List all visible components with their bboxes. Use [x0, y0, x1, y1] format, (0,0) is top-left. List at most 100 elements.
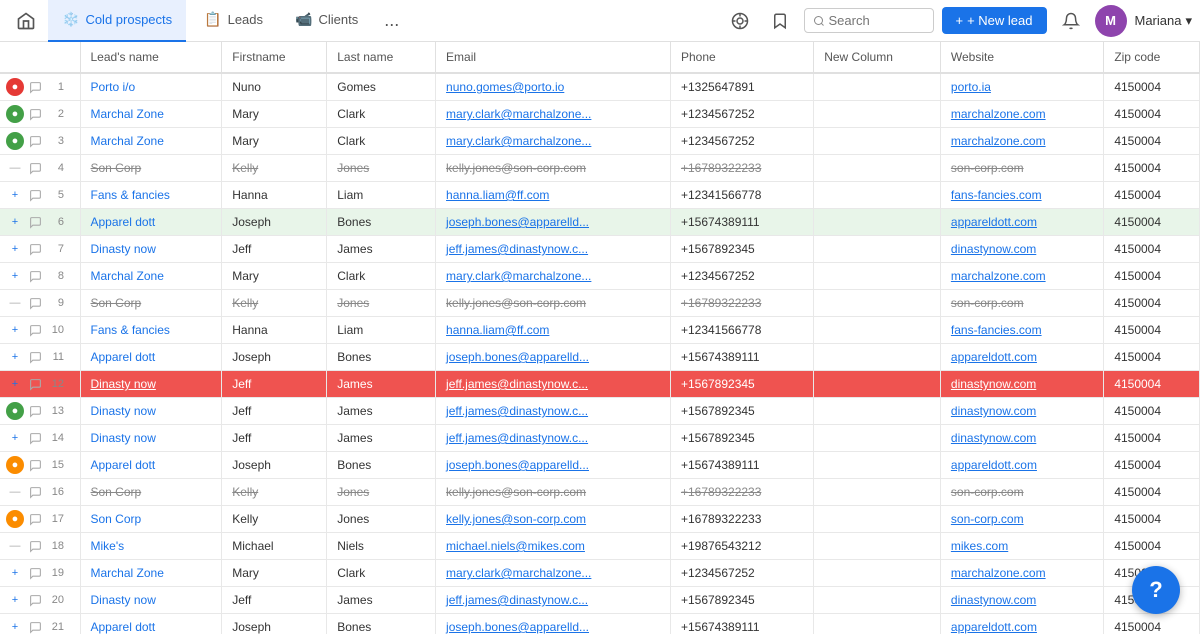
- chat-icon[interactable]: [26, 483, 44, 501]
- website-cell[interactable]: appareldott.com: [940, 452, 1103, 479]
- website-cell[interactable]: appareldott.com: [940, 344, 1103, 371]
- tab-cold-prospects[interactable]: ❄️ Cold prospects: [48, 0, 186, 42]
- lead-name-cell[interactable]: Apparel dott: [80, 209, 222, 236]
- website-link[interactable]: marchalzone.com: [951, 107, 1046, 121]
- website-link[interactable]: appareldott.com: [951, 458, 1037, 472]
- website-cell[interactable]: son-corp.com: [940, 506, 1103, 533]
- status-icon[interactable]: +: [6, 240, 24, 258]
- status-icon[interactable]: ●: [6, 78, 24, 96]
- website-cell[interactable]: appareldott.com: [940, 614, 1103, 634]
- email-cell[interactable]: joseph.bones@apparelld...: [436, 614, 671, 634]
- more-button[interactable]: ...: [376, 10, 407, 31]
- status-icon[interactable]: ●: [6, 105, 24, 123]
- lead-name-cell[interactable]: Son Corp: [80, 479, 222, 506]
- lead-name-link[interactable]: Marchal Zone: [91, 134, 164, 148]
- lead-name-link[interactable]: Son Corp: [91, 485, 142, 499]
- email-link[interactable]: joseph.bones@apparelld...: [446, 215, 589, 229]
- email-cell[interactable]: joseph.bones@apparelld...: [436, 344, 671, 371]
- status-icon[interactable]: —: [6, 483, 24, 501]
- lead-name-cell[interactable]: Marchal Zone: [80, 128, 222, 155]
- lead-name-link[interactable]: Dinasty now: [91, 593, 156, 607]
- website-cell[interactable]: son-corp.com: [940, 479, 1103, 506]
- lead-name-link[interactable]: Porto i/o: [91, 80, 136, 94]
- chat-icon[interactable]: [26, 591, 44, 609]
- email-cell[interactable]: nuno.gomes@porto.io: [436, 73, 671, 101]
- email-cell[interactable]: jeff.james@dinastynow.c...: [436, 425, 671, 452]
- chat-icon[interactable]: [26, 78, 44, 96]
- status-icon[interactable]: ●: [6, 510, 24, 528]
- email-cell[interactable]: hanna.liam@ff.com: [436, 182, 671, 209]
- email-cell[interactable]: joseph.bones@apparelld...: [436, 209, 671, 236]
- col-website[interactable]: Website: [940, 42, 1103, 73]
- email-link[interactable]: kelly.jones@son-corp.com: [446, 485, 586, 499]
- chat-icon[interactable]: [26, 429, 44, 447]
- status-icon[interactable]: +: [6, 618, 24, 634]
- lead-name-cell[interactable]: Dinasty now: [80, 371, 222, 398]
- website-link[interactable]: porto.ia: [951, 80, 991, 94]
- email-cell[interactable]: kelly.jones@son-corp.com: [436, 155, 671, 182]
- lead-name-link[interactable]: Apparel dott: [91, 620, 156, 634]
- website-cell[interactable]: fans-fancies.com: [940, 182, 1103, 209]
- lead-name-link[interactable]: Dinasty now: [91, 404, 156, 418]
- website-link[interactable]: son-corp.com: [951, 296, 1024, 310]
- lead-name-link[interactable]: Apparel dott: [91, 458, 156, 472]
- email-link[interactable]: hanna.liam@ff.com: [446, 323, 549, 337]
- email-cell[interactable]: mary.clark@marchalzone...: [436, 560, 671, 587]
- col-lastname[interactable]: Last name: [327, 42, 436, 73]
- lead-name-link[interactable]: Son Corp: [91, 161, 142, 175]
- status-icon[interactable]: +: [6, 429, 24, 447]
- lead-name-cell[interactable]: Porto i/o: [80, 73, 222, 101]
- status-icon[interactable]: +: [6, 375, 24, 393]
- website-cell[interactable]: appareldott.com: [940, 209, 1103, 236]
- chat-icon[interactable]: [26, 618, 44, 634]
- status-icon[interactable]: ●: [6, 132, 24, 150]
- email-link[interactable]: mary.clark@marchalzone...: [446, 269, 591, 283]
- lead-name-cell[interactable]: Apparel dott: [80, 344, 222, 371]
- website-cell[interactable]: son-corp.com: [940, 290, 1103, 317]
- lead-name-cell[interactable]: Son Corp: [80, 155, 222, 182]
- website-link[interactable]: marchalzone.com: [951, 566, 1046, 580]
- lead-name-link[interactable]: Mike's: [91, 539, 125, 553]
- bookmark-icon[interactable]: [764, 5, 796, 37]
- website-cell[interactable]: marchalzone.com: [940, 128, 1103, 155]
- website-link[interactable]: dinastynow.com: [951, 404, 1036, 418]
- status-icon[interactable]: +: [6, 591, 24, 609]
- website-link[interactable]: dinastynow.com: [951, 593, 1036, 607]
- email-cell[interactable]: jeff.james@dinastynow.c...: [436, 587, 671, 614]
- chat-icon[interactable]: [26, 213, 44, 231]
- lead-name-cell[interactable]: Marchal Zone: [80, 263, 222, 290]
- website-cell[interactable]: fans-fancies.com: [940, 317, 1103, 344]
- email-link[interactable]: jeff.james@dinastynow.c...: [446, 242, 588, 256]
- website-cell[interactable]: marchalzone.com: [940, 101, 1103, 128]
- lead-name-cell[interactable]: Apparel dott: [80, 614, 222, 634]
- user-menu[interactable]: Mariana ▾: [1135, 13, 1193, 29]
- lead-name-link[interactable]: Marchal Zone: [91, 566, 164, 580]
- search-box[interactable]: [804, 8, 934, 33]
- chat-icon[interactable]: [26, 348, 44, 366]
- website-link[interactable]: appareldott.com: [951, 620, 1037, 634]
- email-cell[interactable]: jeff.james@dinastynow.c...: [436, 371, 671, 398]
- website-link[interactable]: fans-fancies.com: [951, 188, 1042, 202]
- lead-name-cell[interactable]: Marchal Zone: [80, 560, 222, 587]
- website-link[interactable]: son-corp.com: [951, 161, 1024, 175]
- website-link[interactable]: dinastynow.com: [951, 242, 1036, 256]
- lead-name-cell[interactable]: Fans & fancies: [80, 182, 222, 209]
- status-icon[interactable]: ●: [6, 456, 24, 474]
- email-link[interactable]: jeff.james@dinastynow.c...: [446, 593, 588, 607]
- lead-name-link[interactable]: Son Corp: [91, 512, 142, 526]
- new-lead-button[interactable]: + + New lead: [942, 7, 1047, 34]
- status-icon[interactable]: +: [6, 186, 24, 204]
- lead-name-link[interactable]: Son Corp: [91, 296, 142, 310]
- lead-name-link[interactable]: Marchal Zone: [91, 269, 164, 283]
- lead-name-cell[interactable]: Dinasty now: [80, 425, 222, 452]
- chat-icon[interactable]: [26, 456, 44, 474]
- chat-icon[interactable]: [26, 105, 44, 123]
- website-cell[interactable]: dinastynow.com: [940, 371, 1103, 398]
- help-button[interactable]: ?: [1132, 566, 1180, 614]
- chat-icon[interactable]: [26, 321, 44, 339]
- lead-name-link[interactable]: Dinasty now: [91, 377, 156, 391]
- status-icon[interactable]: +: [6, 321, 24, 339]
- chat-icon[interactable]: [26, 564, 44, 582]
- website-link[interactable]: appareldott.com: [951, 215, 1037, 229]
- website-link[interactable]: dinastynow.com: [951, 431, 1036, 445]
